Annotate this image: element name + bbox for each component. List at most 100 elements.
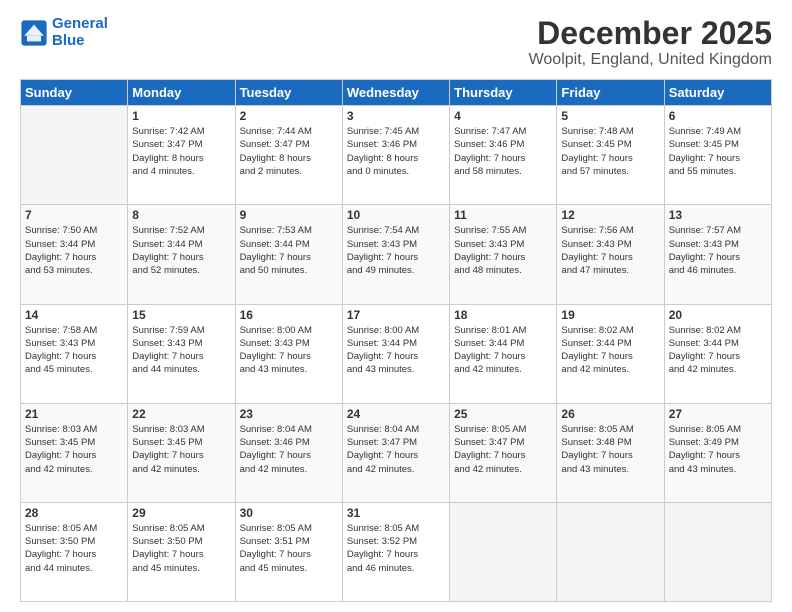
day-number: 11 (454, 208, 552, 222)
calendar-cell: 31 Sunrise: 8:05 AMSunset: 3:52 PMDayligh… (342, 502, 449, 601)
day-info: Sunrise: 7:56 AMSunset: 3:43 PMDaylight:… (561, 224, 659, 277)
calendar-day-header: Monday (128, 80, 235, 106)
calendar-cell: 23Sunrise: 8:04 AMSunset: 3:46 PMDayligh… (235, 403, 342, 502)
day-info: Sunrise: 7:57 AMSunset: 3:43 PMDaylight:… (669, 224, 767, 277)
day-number: 23 (240, 407, 338, 421)
day-number: 7 (25, 208, 123, 222)
day-number: 31 (347, 506, 445, 520)
day-number: 27 (669, 407, 767, 421)
page: General Blue December 2025 Woolpit, Engl… (0, 0, 792, 612)
day-info: Sunrise: 7:42 AMSunset: 3:47 PMDaylight:… (132, 125, 230, 178)
calendar-cell: 17 Sunrise: 8:00 AMSunset: 3:44 PMDayligh… (342, 304, 449, 403)
day-number: 17 (347, 308, 445, 322)
calendar-cell: 30 Sunrise: 8:05 AMSunset: 3:51 PMDayligh… (235, 502, 342, 601)
logo: General Blue (20, 16, 108, 49)
day-number: 20 (669, 308, 767, 322)
calendar-cell: 16Sunrise: 8:00 AMSunset: 3:43 PMDayligh… (235, 304, 342, 403)
day-info: Sunrise: 8:05 AMSunset: 3:47 PMDaylight:… (454, 423, 552, 476)
day-info: Sunrise: 7:48 AMSunset: 3:45 PMDaylight:… (561, 125, 659, 178)
calendar-table: SundayMondayTuesdayWednesdayThursdayFrid… (20, 79, 772, 602)
day-info: Sunrise: 7:54 AMSunset: 3:43 PMDaylight:… (347, 224, 445, 277)
day-info: Sunrise: 8:02 AMSunset: 3:44 PMDaylight:… (669, 324, 767, 377)
calendar-cell: 1 Sunrise: 7:42 AMSunset: 3:47 PMDaylight… (128, 106, 235, 205)
day-number: 2 (240, 109, 338, 123)
subtitle: Woolpit, England, United Kingdom (529, 51, 772, 69)
calendar-cell (557, 502, 664, 601)
logo-icon (20, 19, 48, 47)
calendar-cell: 7 Sunrise: 7:50 AMSunset: 3:44 PMDaylight… (21, 205, 128, 304)
day-info: Sunrise: 8:00 AMSunset: 3:43 PMDaylight:… (240, 324, 338, 377)
day-number: 22 (132, 407, 230, 421)
day-info: Sunrise: 7:49 AMSunset: 3:45 PMDaylight:… (669, 125, 767, 178)
calendar-cell: 15Sunrise: 7:59 AMSunset: 3:43 PMDayligh… (128, 304, 235, 403)
calendar-cell: 14 Sunrise: 7:58 AMSunset: 3:43 PMDayligh… (21, 304, 128, 403)
day-info: Sunrise: 8:03 AMSunset: 3:45 PMDaylight:… (25, 423, 123, 476)
day-info: Sunrise: 8:03 AMSunset: 3:45 PMDaylight:… (132, 423, 230, 476)
day-info: Sunrise: 7:47 AMSunset: 3:46 PMDaylight:… (454, 125, 552, 178)
day-info: Sunrise: 8:05 AMSunset: 3:49 PMDaylight:… (669, 423, 767, 476)
calendar-cell: 9 Sunrise: 7:53 AMSunset: 3:44 PMDaylight… (235, 205, 342, 304)
day-number: 30 (240, 506, 338, 520)
day-info: Sunrise: 8:05 AMSunset: 3:48 PMDaylight:… (561, 423, 659, 476)
day-info: Sunrise: 8:04 AMSunset: 3:47 PMDaylight:… (347, 423, 445, 476)
calendar-cell: 3 Sunrise: 7:45 AMSunset: 3:46 PMDaylight… (342, 106, 449, 205)
logo-text: General Blue (52, 16, 108, 49)
calendar-week-row: 28 Sunrise: 8:05 AMSunset: 3:50 PMDayligh… (21, 502, 772, 601)
calendar-cell: 6Sunrise: 7:49 AMSunset: 3:45 PMDaylight… (664, 106, 771, 205)
day-number: 24 (347, 407, 445, 421)
day-number: 26 (561, 407, 659, 421)
day-info: Sunrise: 7:58 AMSunset: 3:43 PMDaylight:… (25, 324, 123, 377)
main-title: December 2025 (529, 16, 772, 51)
day-number: 1 (132, 109, 230, 123)
title-block: December 2025 Woolpit, England, United K… (529, 16, 772, 69)
calendar-cell: 28 Sunrise: 8:05 AMSunset: 3:50 PMDayligh… (21, 502, 128, 601)
calendar-cell: 8 Sunrise: 7:52 AMSunset: 3:44 PMDaylight… (128, 205, 235, 304)
calendar-day-header: Friday (557, 80, 664, 106)
calendar-cell: 10 Sunrise: 7:54 AMSunset: 3:43 PMDayligh… (342, 205, 449, 304)
day-number: 14 (25, 308, 123, 322)
calendar-cell: 4Sunrise: 7:47 AMSunset: 3:46 PMDaylight… (450, 106, 557, 205)
day-info: Sunrise: 8:05 AMSunset: 3:51 PMDaylight:… (240, 522, 338, 575)
day-info: Sunrise: 8:05 AMSunset: 3:50 PMDaylight:… (25, 522, 123, 575)
calendar-week-row: 14 Sunrise: 7:58 AMSunset: 3:43 PMDayligh… (21, 304, 772, 403)
calendar-cell: 12 Sunrise: 7:56 AMSunset: 3:43 PMDayligh… (557, 205, 664, 304)
calendar-week-row: 1 Sunrise: 7:42 AMSunset: 3:47 PMDaylight… (21, 106, 772, 205)
calendar-day-header: Thursday (450, 80, 557, 106)
day-number: 28 (25, 506, 123, 520)
day-number: 21 (25, 407, 123, 421)
calendar-day-header: Sunday (21, 80, 128, 106)
calendar-week-row: 21 Sunrise: 8:03 AMSunset: 3:45 PMDayligh… (21, 403, 772, 502)
day-number: 9 (240, 208, 338, 222)
day-info: Sunrise: 7:50 AMSunset: 3:44 PMDaylight:… (25, 224, 123, 277)
calendar-day-header: Saturday (664, 80, 771, 106)
calendar-cell: 25Sunrise: 8:05 AMSunset: 3:47 PMDayligh… (450, 403, 557, 502)
day-number: 12 (561, 208, 659, 222)
header: General Blue December 2025 Woolpit, Engl… (20, 16, 772, 69)
calendar-cell: 24 Sunrise: 8:04 AMSunset: 3:47 PMDayligh… (342, 403, 449, 502)
day-info: Sunrise: 7:45 AMSunset: 3:46 PMDaylight:… (347, 125, 445, 178)
calendar-cell: 27 Sunrise: 8:05 AMSunset: 3:49 PMDayligh… (664, 403, 771, 502)
day-info: Sunrise: 7:53 AMSunset: 3:44 PMDaylight:… (240, 224, 338, 277)
calendar-cell: 29 Sunrise: 8:05 AMSunset: 3:50 PMDayligh… (128, 502, 235, 601)
calendar-cell: 2 Sunrise: 7:44 AMSunset: 3:47 PMDaylight… (235, 106, 342, 205)
day-number: 29 (132, 506, 230, 520)
day-info: Sunrise: 7:59 AMSunset: 3:43 PMDaylight:… (132, 324, 230, 377)
day-info: Sunrise: 7:44 AMSunset: 3:47 PMDaylight:… (240, 125, 338, 178)
day-info: Sunrise: 8:05 AMSunset: 3:50 PMDaylight:… (132, 522, 230, 575)
day-info: Sunrise: 7:52 AMSunset: 3:44 PMDaylight:… (132, 224, 230, 277)
calendar-day-header: Tuesday (235, 80, 342, 106)
day-info: Sunrise: 8:02 AMSunset: 3:44 PMDaylight:… (561, 324, 659, 377)
day-number: 10 (347, 208, 445, 222)
day-number: 8 (132, 208, 230, 222)
day-number: 3 (347, 109, 445, 123)
day-info: Sunrise: 8:05 AMSunset: 3:52 PMDaylight:… (347, 522, 445, 575)
calendar-day-header: Wednesday (342, 80, 449, 106)
calendar-cell: 21 Sunrise: 8:03 AMSunset: 3:45 PMDayligh… (21, 403, 128, 502)
day-info: Sunrise: 8:00 AMSunset: 3:44 PMDaylight:… (347, 324, 445, 377)
calendar-cell (664, 502, 771, 601)
calendar-header-row: SundayMondayTuesdayWednesdayThursdayFrid… (21, 80, 772, 106)
calendar-cell: 11Sunrise: 7:55 AMSunset: 3:43 PMDayligh… (450, 205, 557, 304)
calendar-cell: 26 Sunrise: 8:05 AMSunset: 3:48 PMDayligh… (557, 403, 664, 502)
day-number: 19 (561, 308, 659, 322)
calendar-cell: 20 Sunrise: 8:02 AMSunset: 3:44 PMDayligh… (664, 304, 771, 403)
